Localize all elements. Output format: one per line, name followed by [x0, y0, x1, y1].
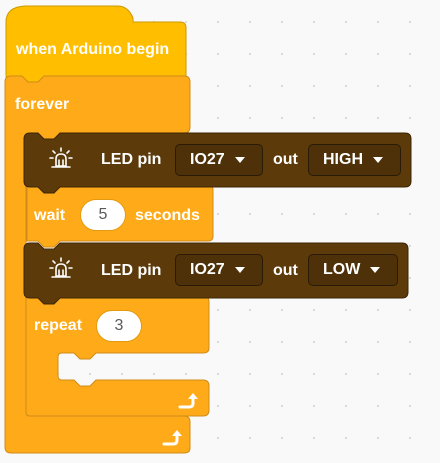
led-pin-label: LED pin	[101, 262, 162, 279]
state-dropdown[interactable]: LOW	[308, 254, 398, 286]
loop-arrow-icon	[162, 430, 182, 446]
led-bulb-icon	[49, 257, 73, 278]
state-value: LOW	[323, 261, 361, 278]
pin-dropdown[interactable]: IO27	[175, 144, 263, 176]
wait-label: wait	[34, 207, 66, 224]
loop-arrow-icon	[178, 393, 198, 409]
state-value: HIGH	[323, 151, 363, 168]
forever-label: forever	[15, 96, 70, 113]
chevron-down-icon	[370, 267, 381, 273]
repeat-label: repeat	[34, 317, 83, 334]
wait-seconds-input[interactable]: 5	[80, 199, 126, 231]
pin-value: IO27	[190, 261, 225, 278]
pin-dropdown[interactable]: IO27	[175, 254, 263, 286]
led-pin-label: LED pin	[101, 151, 162, 168]
pin-value: IO27	[190, 151, 225, 168]
state-dropdown[interactable]: HIGH	[308, 144, 401, 176]
chevron-down-icon	[373, 157, 383, 163]
out-label: out	[273, 262, 298, 279]
seconds-label: seconds	[135, 207, 200, 224]
hat-label: when Arduino begin	[16, 41, 170, 58]
block-canvas	[4, 5, 412, 454]
chevron-down-icon	[234, 157, 245, 163]
repeat-count-input[interactable]: 3	[96, 310, 142, 342]
led-bulb-icon	[49, 147, 73, 168]
chevron-down-icon	[234, 267, 245, 273]
out-label: out	[273, 151, 298, 168]
